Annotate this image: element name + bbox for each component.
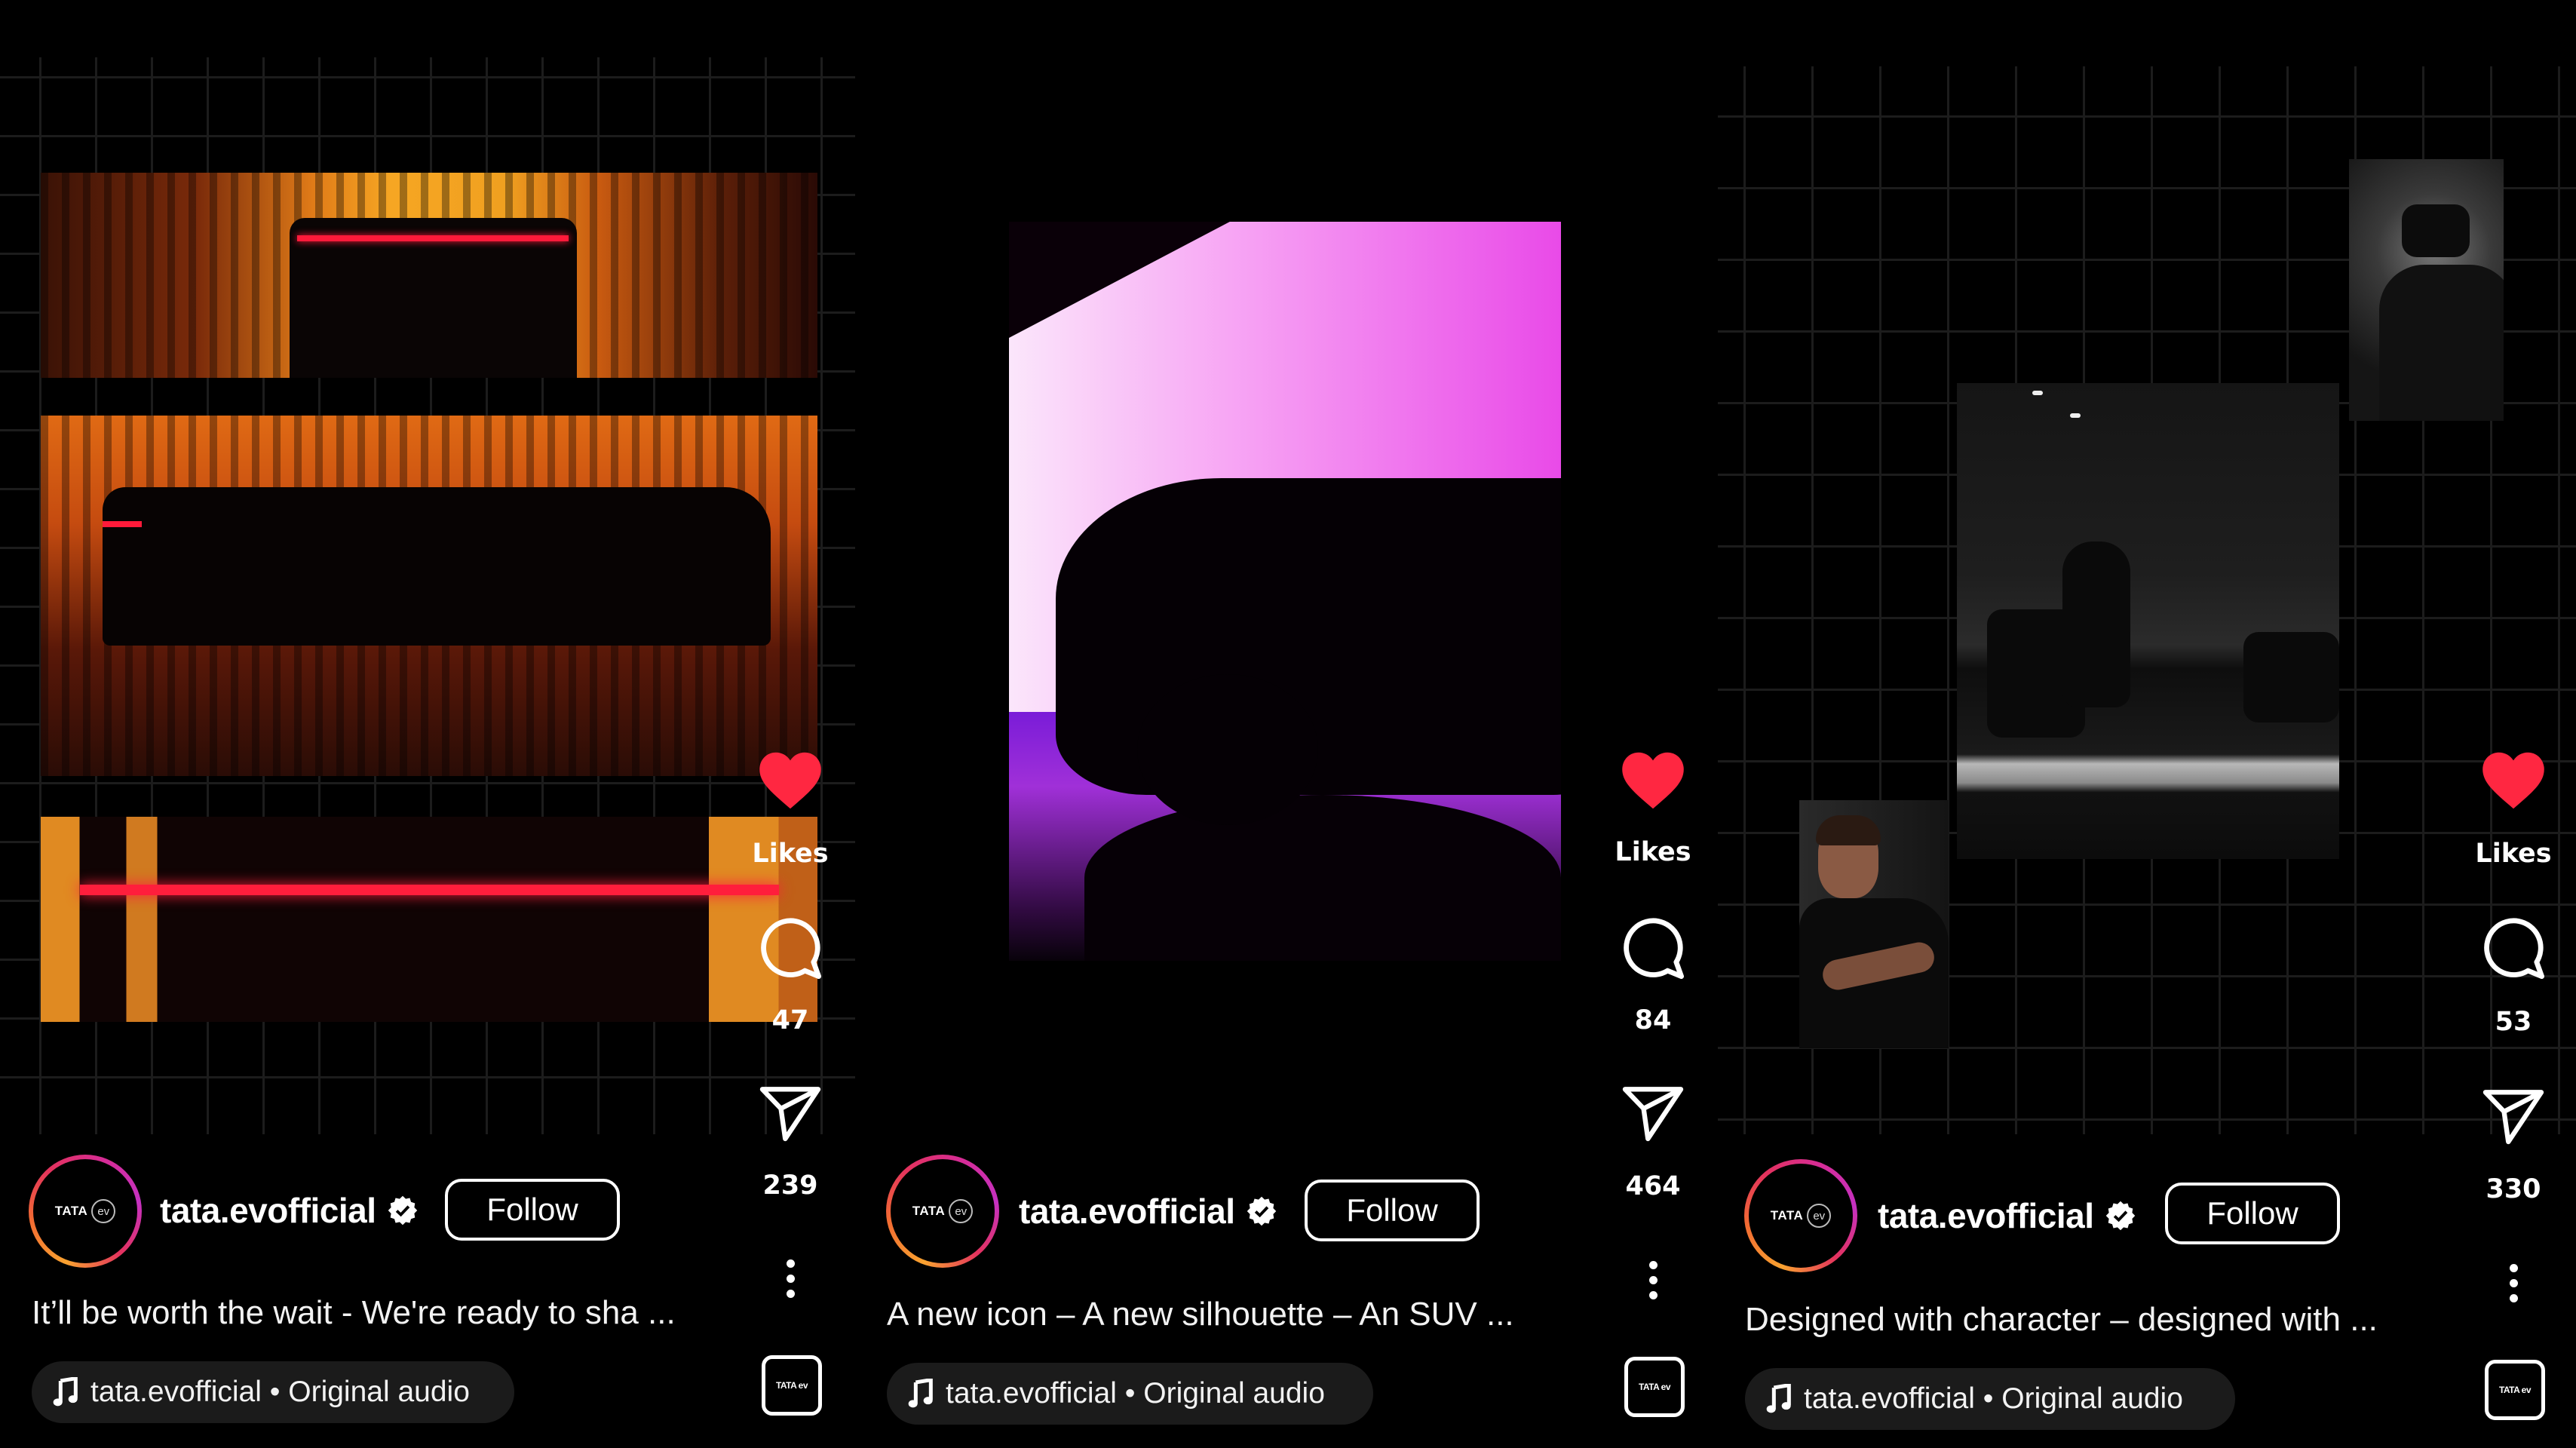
- audio-pill[interactable]: tata.evofficial • Original audio: [32, 1361, 514, 1423]
- profile-avatar[interactable]: TATA ev: [1744, 1159, 1857, 1272]
- profile-avatar[interactable]: TATA ev: [886, 1155, 999, 1268]
- avatar-logo: TATA: [1770, 1208, 1804, 1223]
- send-icon: [2482, 1090, 2544, 1145]
- comment-icon: [1624, 918, 1685, 980]
- share-button[interactable]: [1608, 1084, 1698, 1145]
- audio-label: tata.evofficial • Original audio: [90, 1376, 470, 1408]
- video-strip-top: [41, 173, 817, 378]
- heart-filled-icon: [2482, 752, 2544, 809]
- avatar-logo: TATA: [912, 1204, 946, 1218]
- more-options-button[interactable]: [1608, 1257, 1698, 1302]
- send-icon: [759, 1087, 821, 1142]
- comment-icon: [761, 918, 822, 980]
- shares-count: 464: [1625, 1171, 1681, 1201]
- audio-pill[interactable]: tata.evofficial • Original audio: [1745, 1368, 2235, 1430]
- avatar-logo-badge: ev: [91, 1199, 116, 1223]
- comments-count: 53: [2495, 1007, 2532, 1037]
- avatar-logo-badge: ev: [1807, 1204, 1832, 1228]
- reel-video[interactable]: [0, 0, 860, 1131]
- like-button[interactable]: [745, 747, 836, 814]
- comments-count: 47: [771, 1005, 809, 1035]
- follow-button[interactable]: Follow: [2165, 1183, 2340, 1244]
- tata-ev-logo: TATA ev: [775, 1380, 808, 1391]
- comments-count: 84: [1634, 1005, 1672, 1035]
- avatar-logo: TATA: [54, 1204, 88, 1218]
- audio-thumbnail[interactable]: TATA ev: [1624, 1357, 1685, 1417]
- reel-video[interactable]: [1718, 0, 2504, 1131]
- comment-button[interactable]: [745, 914, 836, 982]
- action-bar: Likes 47 239 TATA ev: [745, 0, 836, 1448]
- username[interactable]: tata.evofficial: [1019, 1191, 1235, 1232]
- avatar-logo-badge: ev: [949, 1199, 974, 1223]
- heart-filled-icon: [1622, 752, 1684, 809]
- audio-label: tata.evofficial • Original audio: [946, 1377, 1325, 1410]
- comment-icon: [2484, 918, 2545, 980]
- reel-panel-3: Likes 53 330 TATA ev TATA ev tata.evoffic…: [1718, 0, 2576, 1448]
- reel-video[interactable]: [1009, 222, 1561, 961]
- caption[interactable]: Designed with character – designed with …: [1745, 1301, 2378, 1339]
- more-vertical-icon: [786, 1259, 795, 1298]
- audio-pill[interactable]: tata.evofficial • Original audio: [887, 1363, 1373, 1425]
- action-bar: Likes 53 330 TATA ev: [2468, 0, 2559, 1448]
- heart-filled-icon: [759, 752, 821, 809]
- share-button[interactable]: [2468, 1088, 2559, 1148]
- likes-label: Likes: [2475, 839, 2552, 869]
- verified-badge-icon: [1247, 1196, 1276, 1226]
- username[interactable]: tata.evofficial: [160, 1190, 376, 1231]
- photo-designer: [1799, 800, 1949, 1048]
- username-row: tata.evofficial: [1878, 1195, 2136, 1236]
- tata-ev-logo: TATA ev: [1638, 1382, 1671, 1392]
- like-button[interactable]: [2468, 747, 2559, 814]
- profile-avatar[interactable]: TATA ev: [29, 1155, 142, 1268]
- video-strip-middle: [41, 416, 817, 776]
- audio-thumbnail[interactable]: TATA ev: [762, 1355, 822, 1416]
- share-button[interactable]: [745, 1084, 836, 1145]
- likes-label: Likes: [1615, 837, 1691, 867]
- music-note-icon: [1766, 1384, 1791, 1413]
- action-bar: Likes 84 464 TATA ev: [1608, 0, 1698, 1448]
- music-note-icon: [908, 1379, 933, 1408]
- likes-label: Likes: [752, 839, 829, 869]
- music-note-icon: [53, 1377, 78, 1407]
- verified-badge-icon: [388, 1195, 417, 1226]
- comment-button[interactable]: [1608, 914, 1698, 982]
- shares-count: 330: [2486, 1174, 2541, 1204]
- like-button[interactable]: [1608, 747, 1698, 814]
- caption[interactable]: It’ll be worth the wait - We're ready to…: [32, 1294, 676, 1332]
- follow-button[interactable]: Follow: [1305, 1180, 1480, 1241]
- shares-count: 239: [762, 1170, 818, 1201]
- username-row: tata.evofficial: [1019, 1191, 1277, 1232]
- more-options-button[interactable]: [745, 1256, 836, 1301]
- reel-panel-1: Likes 47 239 TATA ev TATA ev tata.evoffic…: [0, 0, 860, 1448]
- verified-badge-icon: [2105, 1201, 2135, 1231]
- more-vertical-icon: [2509, 1263, 2518, 1302]
- audio-label: tata.evofficial • Original audio: [1804, 1382, 2183, 1415]
- more-vertical-icon: [1648, 1260, 1658, 1299]
- username-row: tata.evofficial: [160, 1190, 419, 1231]
- send-icon: [1622, 1087, 1684, 1142]
- reel-panel-2: Likes 84 464 TATA ev TATA ev tata.evoffic…: [860, 0, 1719, 1448]
- tata-ev-logo: TATA ev: [2498, 1385, 2532, 1395]
- comment-button[interactable]: [2468, 914, 2559, 982]
- more-options-button[interactable]: [2468, 1260, 2559, 1305]
- follow-button[interactable]: Follow: [445, 1179, 620, 1241]
- video-strip-bottom: [41, 817, 817, 1022]
- audio-thumbnail[interactable]: TATA ev: [2485, 1360, 2545, 1420]
- username[interactable]: tata.evofficial: [1878, 1195, 2094, 1236]
- caption[interactable]: A new icon – A new silhouette – An SUV .…: [887, 1296, 1514, 1333]
- photo-vr-studio: [1957, 383, 2339, 859]
